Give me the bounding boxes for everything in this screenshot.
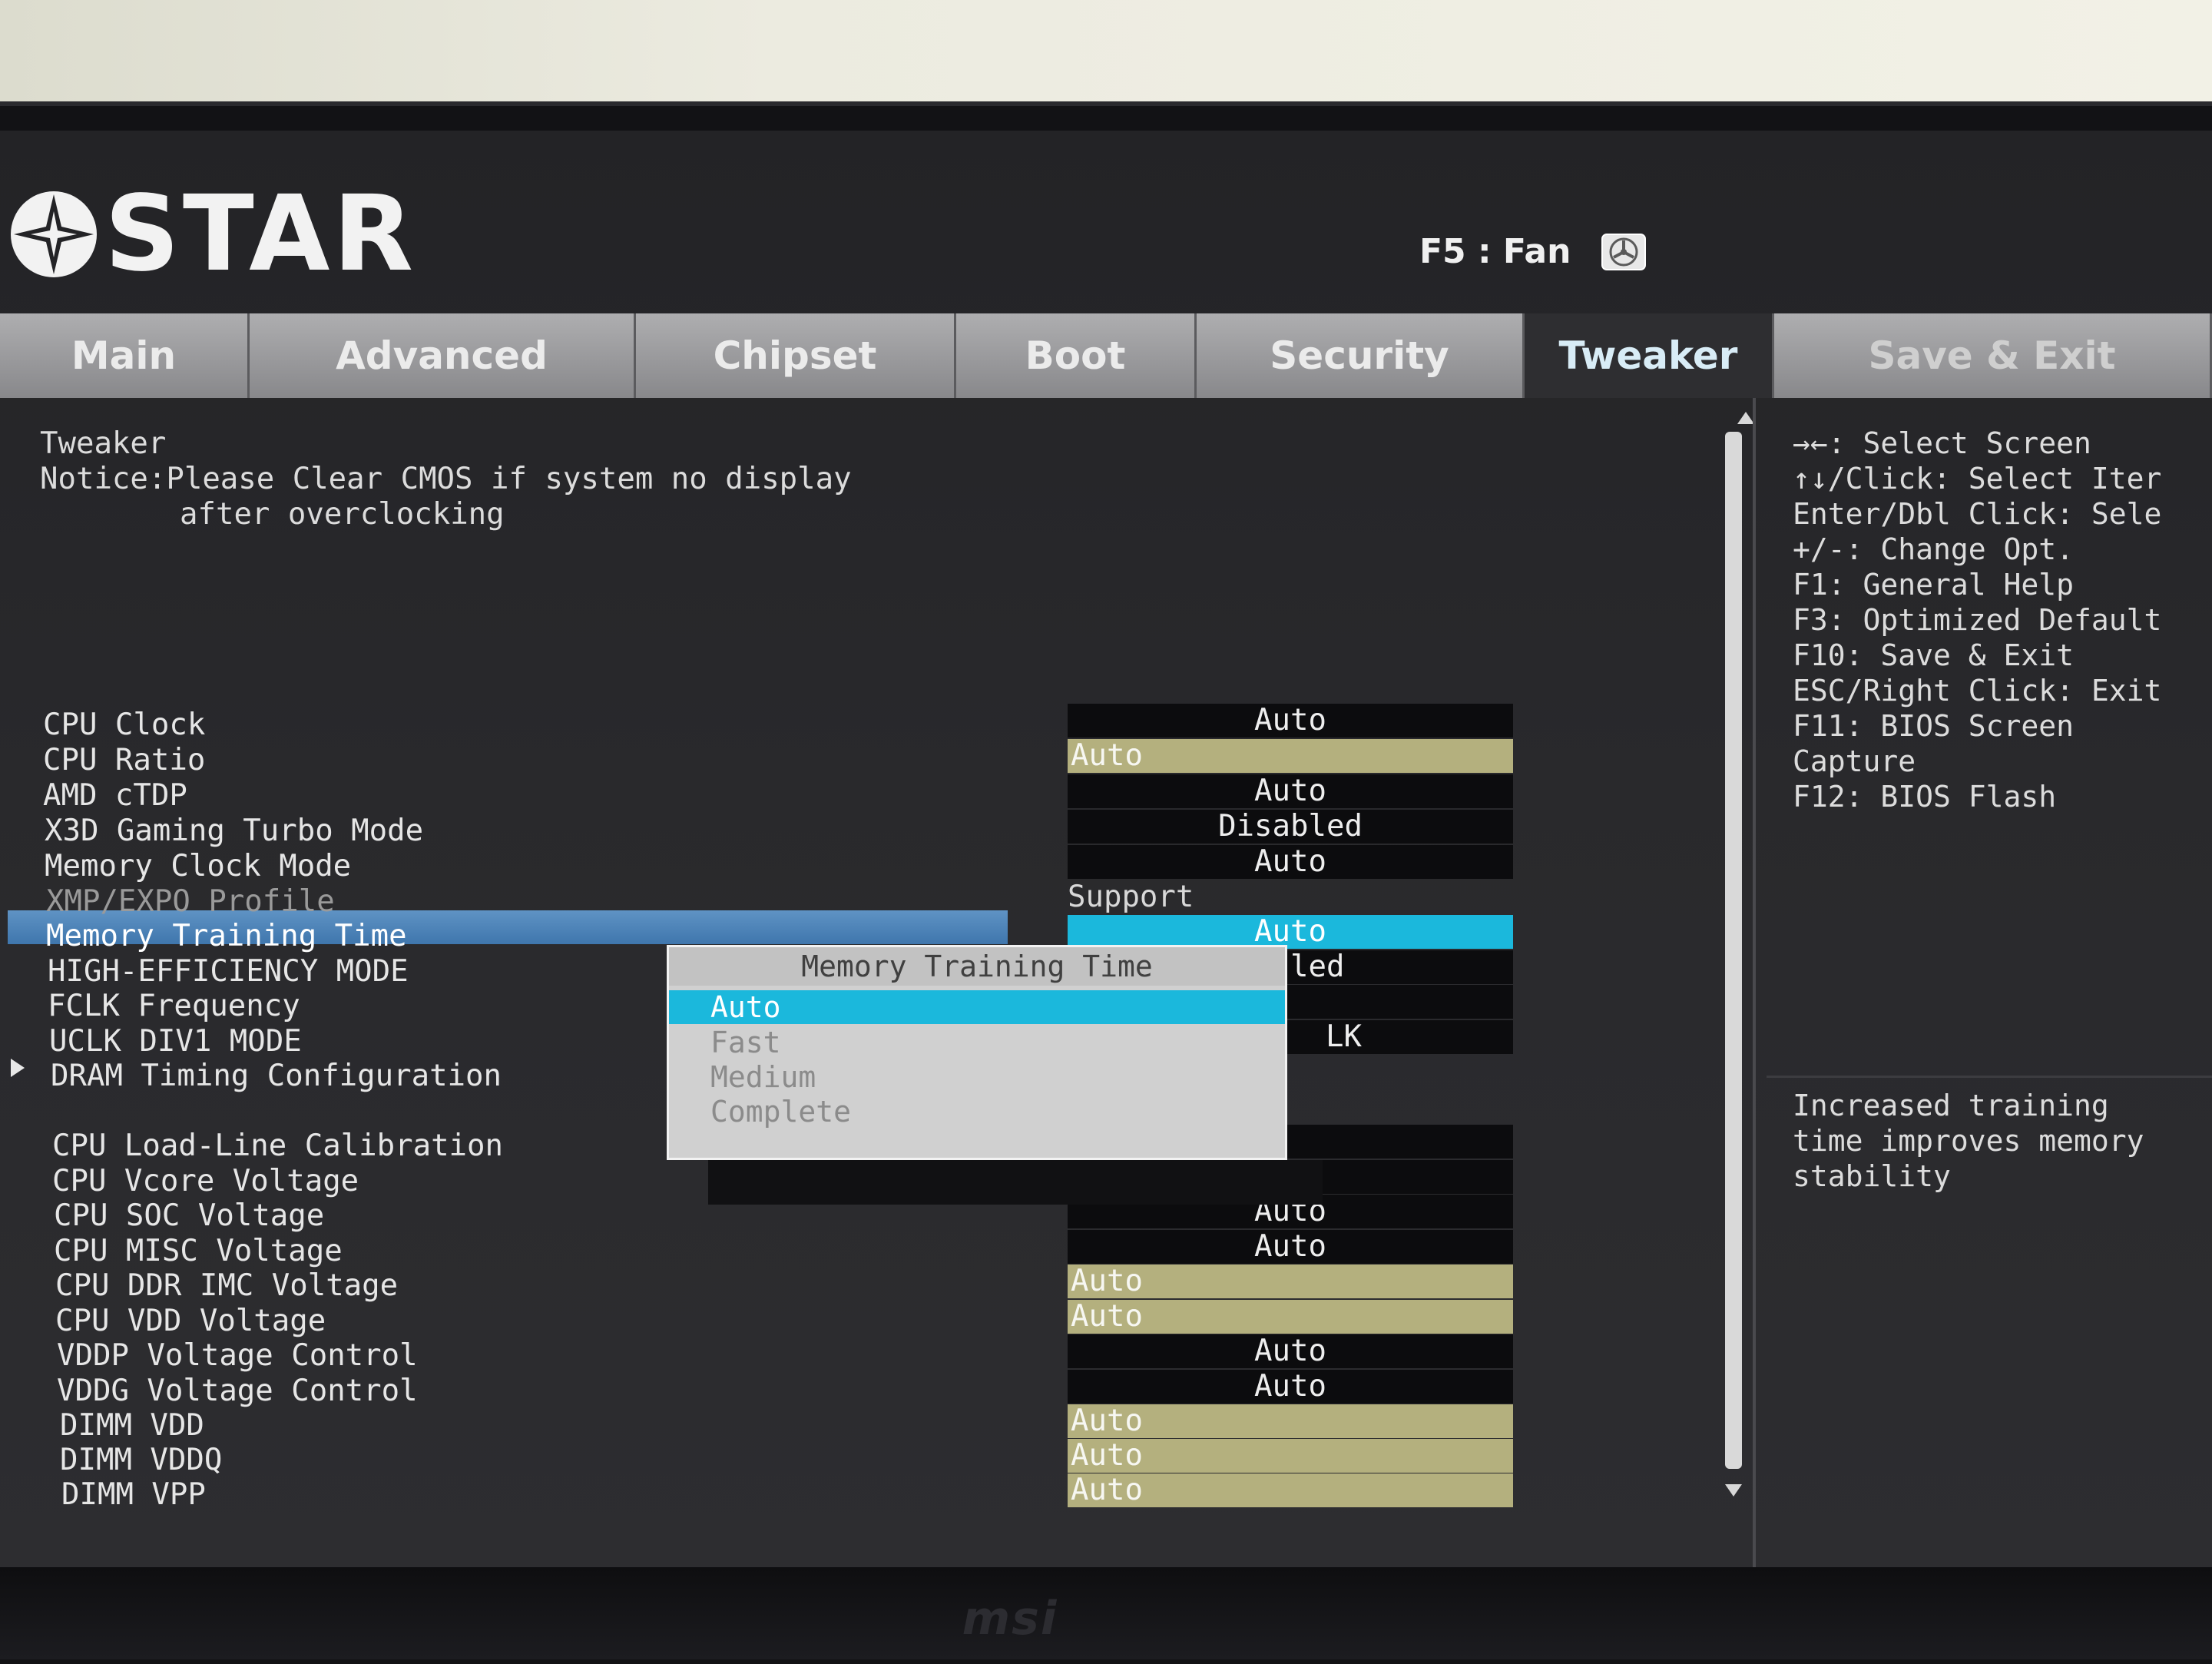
help-key-f10: F10: Save & Exit [1793, 638, 2075, 672]
help-key-select-item: ↑↓/Click: Select Iter [1793, 462, 2162, 496]
setting-value-vddp[interactable]: Auto [1068, 1334, 1513, 1368]
setting-value-cpu-ratio[interactable]: Auto [1068, 739, 1513, 773]
monitor-bottom-bezel [0, 1567, 2212, 1659]
setting-label-cpu-llc[interactable]: CPU Load-Line Calibration [52, 1131, 503, 1161]
setting-label-cpu-misc[interactable]: CPU MISC Voltage [54, 1236, 343, 1266]
setting-value-dimm-vddq[interactable]: Auto [1068, 1439, 1513, 1473]
tab-tweaker[interactable]: Tweaker [1525, 313, 1774, 398]
setting-label-dimm-vddq[interactable]: DIMM VDDQ [60, 1445, 222, 1475]
setting-label-vddg[interactable]: VDDG Voltage Control [57, 1376, 418, 1406]
help-description-line-2: time improves memory [1793, 1124, 2144, 1158]
setting-label-cpu-vdd[interactable]: CPU VDD Voltage [55, 1306, 326, 1336]
fan-hint-label: F5 : Fan [1419, 232, 1571, 271]
help-key-f11-cont: Capture [1793, 744, 1916, 778]
setting-label-dram-timing[interactable]: DRAM Timing Configuration [51, 1061, 502, 1091]
setting-value-memory-clock-mode[interactable]: Auto [1068, 845, 1513, 879]
fan-hint[interactable]: F5 : Fan [1419, 232, 1647, 271]
tab-boot[interactable]: Boot [956, 313, 1197, 398]
scrollbar[interactable] [1725, 432, 1742, 1469]
scroll-down-arrow-icon[interactable] [1725, 1484, 1742, 1497]
section-title: Tweaker [40, 426, 167, 461]
tab-security[interactable]: Security [1197, 313, 1525, 398]
monitor-logo: msi [962, 1592, 1058, 1646]
popup-option-fast[interactable]: Fast [669, 1026, 1285, 1059]
setting-label-x3d-turbo[interactable]: X3D Gaming Turbo Mode [45, 816, 423, 846]
setting-label-uclk-div1[interactable]: UCLK DIV1 MODE [49, 1026, 302, 1056]
setting-label-amd-ctdp[interactable]: AMD cTDP [43, 781, 187, 810]
tab-bar: Main Advanced Chipset Boot Security Twea… [0, 313, 2212, 398]
popup-option-auto[interactable]: Auto [669, 990, 1285, 1024]
setting-label-cpu-vcore[interactable]: CPU Vcore Voltage [52, 1166, 359, 1196]
setting-label-cpu-ddr-imc[interactable]: CPU DDR IMC Voltage [55, 1271, 398, 1301]
tab-chipset[interactable]: Chipset [636, 313, 956, 398]
setting-label-dimm-vpp[interactable]: DIMM VPP [61, 1480, 206, 1510]
popup-option-medium[interactable]: Medium [669, 1060, 1285, 1094]
setting-label-dimm-vdd[interactable]: DIMM VDD [60, 1410, 204, 1440]
tab-advanced[interactable]: Advanced [250, 313, 636, 398]
help-key-enter: Enter/Dbl Click: Sele [1793, 497, 2162, 531]
fan-icon [1601, 233, 1647, 270]
setting-label-cpu-clock[interactable]: CPU Clock [43, 710, 205, 740]
setting-value-cpu-misc[interactable]: Auto [1068, 1230, 1513, 1264]
bios-screen: STAR F5 : Fan Main Advanced Chipset Boot… [0, 131, 2212, 1567]
memory-training-time-popup: Memory Training Time Auto Fast Medium Co… [667, 945, 1287, 1160]
setting-label-xmp-expo: XMP/EXPO Profile [46, 884, 335, 919]
popup-option-complete[interactable]: Complete [669, 1095, 1285, 1129]
notice-line-1: Notice:Please Clear CMOS if system no di… [40, 462, 852, 496]
setting-value-amd-ctdp[interactable]: Auto [1068, 774, 1513, 808]
setting-value-dimm-vdd[interactable]: Auto [1068, 1404, 1513, 1438]
pane-divider [1753, 398, 1756, 1567]
setting-label-vddp[interactable]: VDDP Voltage Control [57, 1341, 418, 1371]
setting-value-cpu-vdd[interactable]: Auto [1068, 1300, 1513, 1334]
setting-value-xmp-expo: Support [1068, 880, 1194, 914]
help-key-esc: ESC/Right Click: Exit [1793, 674, 2162, 708]
tweaker-panel: Tweaker Notice:Please Clear CMOS if syst… [0, 398, 2212, 1567]
setting-value-vddg[interactable]: Auto [1068, 1370, 1513, 1404]
scroll-up-arrow-icon[interactable] [1737, 412, 1754, 424]
help-key-f3: F3: Optimized Default [1793, 603, 2162, 637]
wall-background [0, 0, 2212, 115]
setting-label-fclk-frequency[interactable]: FCLK Frequency [48, 991, 300, 1021]
notice-line-2: after overclocking [180, 497, 505, 532]
brand-logo: STAR [8, 177, 416, 292]
help-key-f11: F11: BIOS Screen [1793, 709, 2075, 743]
setting-value-x3d-turbo[interactable]: Disabled [1068, 810, 1513, 844]
setting-value-cpu-clock[interactable]: Auto [1068, 704, 1513, 738]
setting-label-high-efficiency-mode[interactable]: HIGH-EFFICIENCY MODE [48, 956, 409, 986]
help-separator [1767, 1076, 2212, 1078]
popup-title: Memory Training Time [669, 947, 1285, 986]
help-key-change-opt: +/-: Change Opt. [1793, 532, 2075, 566]
setting-value-memory-training-time[interactable]: Auto [1068, 915, 1513, 949]
popup-shadow [708, 1160, 1323, 1205]
help-description-line-1: Increased training [1793, 1089, 2109, 1122]
setting-label-memory-training-time[interactable]: Memory Training Time [46, 921, 407, 951]
setting-label-cpu-soc[interactable]: CPU SOC Voltage [54, 1201, 324, 1231]
brand-name: STAR [104, 174, 417, 295]
help-key-f12: F12: BIOS Flash [1793, 780, 2057, 814]
help-description-line-3: stability [1793, 1159, 1951, 1193]
submenu-arrow-icon [11, 1059, 25, 1077]
setting-label-memory-clock-mode[interactable]: Memory Clock Mode [45, 851, 351, 881]
tab-save-exit[interactable]: Save & Exit [1774, 313, 2212, 398]
compass-star-icon [11, 191, 97, 277]
help-key-select-screen: →←: Select Screen [1793, 426, 2091, 460]
setting-value-dimm-vpp[interactable]: Auto [1068, 1473, 1513, 1507]
help-key-f1: F1: General Help [1793, 568, 2075, 602]
setting-value-cpu-ddr-imc[interactable]: Auto [1068, 1265, 1513, 1298]
setting-label-cpu-ratio[interactable]: CPU Ratio [43, 745, 205, 775]
tab-main[interactable]: Main [0, 313, 250, 398]
